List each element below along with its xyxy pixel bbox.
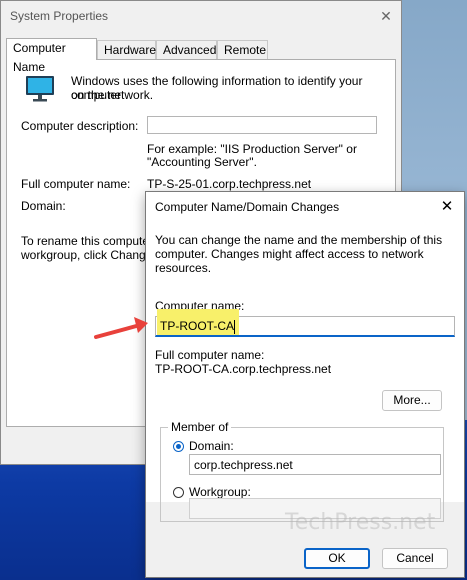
computer-name-input[interactable]: TP-ROOT-CA	[155, 309, 455, 337]
example-text-line1: For example: "IIS Production Server" or	[147, 142, 357, 156]
tab-remote[interactable]: Remote	[217, 40, 268, 59]
close-icon[interactable]: ✕	[371, 1, 401, 31]
dialog-title: Computer Name/Domain Changes	[155, 200, 340, 214]
domain-radio[interactable]	[173, 441, 184, 452]
domain-label: Domain:	[21, 199, 66, 213]
domain-option-label: Domain:	[189, 439, 234, 453]
tab-hardware[interactable]: Hardware	[97, 40, 156, 59]
more-button[interactable]: More...	[382, 390, 442, 411]
window-title: System Properties	[10, 9, 109, 23]
member-of-group: Member of Domain: corp.techpress.net Wor…	[160, 420, 444, 522]
ok-button[interactable]: OK	[304, 548, 370, 569]
dialog-intro-line1: You can change the name and the membersh…	[155, 233, 443, 247]
tab-advanced[interactable]: Advanced	[156, 40, 217, 59]
intro-text-line2: on the network.	[71, 88, 154, 102]
rename-text-line1: To rename this computer o	[21, 234, 164, 248]
tab-computer-name[interactable]: Computer Name	[6, 38, 97, 74]
computer-monitor-icon	[26, 76, 54, 102]
computer-name-value: TP-ROOT-CA	[160, 319, 234, 333]
domain-input[interactable]: corp.techpress.net	[189, 454, 441, 475]
dialog-full-computer-name-label: Full computer name:	[155, 348, 265, 362]
domain-input-value: corp.techpress.net	[194, 458, 293, 472]
computer-description-input[interactable]	[147, 116, 377, 134]
system-properties-titlebar: System Properties ✕	[1, 1, 401, 31]
member-of-label: Member of	[168, 420, 232, 434]
annotation-arrow-icon	[94, 317, 148, 339]
example-text-line2: "Accounting Server".	[147, 155, 257, 169]
workgroup-option-label: Workgroup:	[189, 485, 251, 499]
full-computer-name-label: Full computer name:	[21, 177, 131, 191]
cancel-button[interactable]: Cancel	[382, 548, 448, 569]
full-computer-name-value: TP-S-25-01.corp.techpress.net	[147, 177, 312, 191]
text-caret	[234, 320, 235, 334]
dialog-full-computer-name-value: TP-ROOT-CA.corp.techpress.net	[155, 362, 332, 376]
computer-description-label: Computer description:	[21, 119, 139, 133]
dialog-titlebar: Computer Name/Domain Changes ✕	[146, 192, 464, 222]
dialog-intro-line2: computer. Changes might affect access to…	[155, 247, 424, 275]
rename-text-line2: workgroup, click Change.	[21, 248, 156, 262]
watermark: TechPress.net	[285, 510, 436, 535]
workgroup-radio[interactable]	[173, 487, 184, 498]
close-icon[interactable]: ✕	[436, 196, 458, 218]
